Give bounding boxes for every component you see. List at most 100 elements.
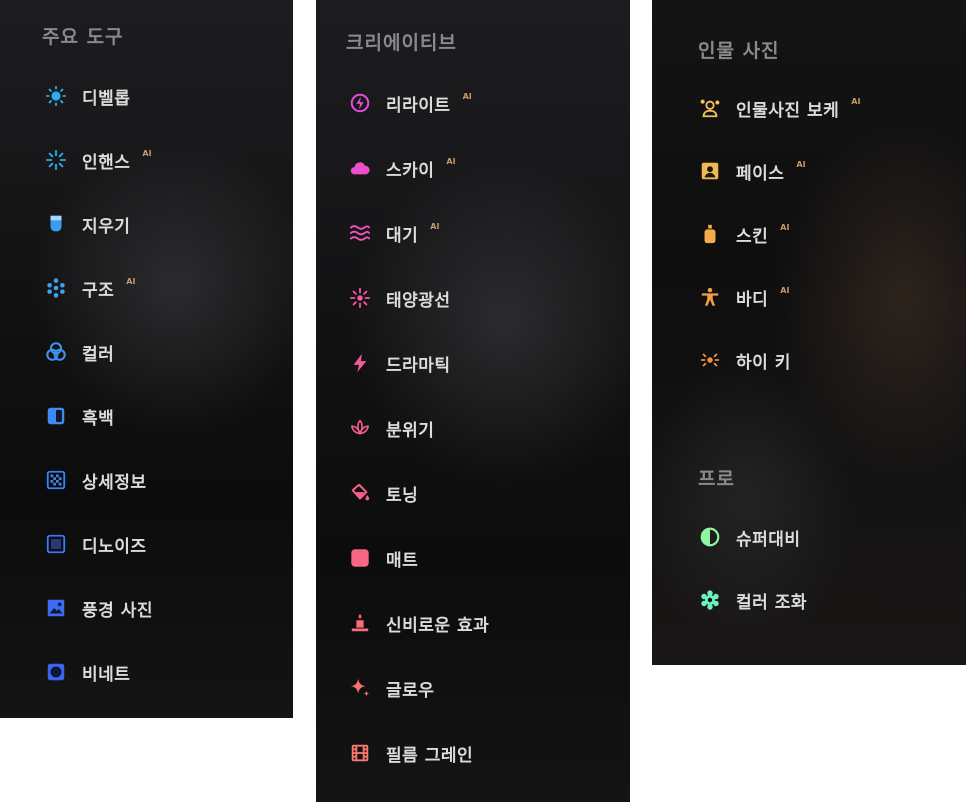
ai-badge: AI [430,222,440,231]
tool-enhance[interactable]: 인핸스 AI [44,145,152,175]
tool-vignette[interactable]: 비네트 [44,657,142,687]
tool-sky[interactable]: 스카이 AI [348,153,456,183]
tool-sunrays[interactable]: 태양광선 [348,283,463,313]
portrait-tools-heading: 인물 사진 [698,40,780,62]
lightning-icon [348,351,372,375]
tool-mood[interactable]: 분위기 [348,413,446,443]
body-figure-icon [698,285,722,309]
tool-label: 매트 [386,550,419,571]
tool-label: 드라마틱 [386,355,451,376]
tool-label: 인물사진 보케 [736,100,840,121]
high-key-icon [698,348,722,372]
tool-atmosphere[interactable]: 대기 AI [348,218,439,248]
half-square-icon [44,404,68,428]
checker-square-icon [44,468,68,492]
tool-label: 페이스 [736,163,785,184]
tool-details[interactable]: 상세정보 [44,465,159,495]
tool-label: 구조 [82,280,115,301]
tool-label: 글로우 [386,680,435,701]
ai-badge: AI [851,97,861,106]
landscape-image-icon [44,596,68,620]
ai-badge: AI [780,286,790,295]
creative-tools-heading: 크리에이티브 [346,32,457,54]
sparkle-burst-icon [44,148,68,172]
tool-label: 태양광선 [386,290,451,311]
tool-dramatic[interactable]: 드라마틱 [348,348,463,378]
tool-label: 흑백 [82,408,115,429]
main-tools-panel: 주요 도구 디벨롭 인핸스 AI 지우기 구조 AI 컬러 흑백 상세정보 디노… [0,0,293,718]
tool-label: 리라이트 [386,95,451,116]
tool-structure[interactable]: 구조 AI [44,273,135,303]
ai-badge: AI [126,277,136,286]
tool-landscape[interactable]: 풍경 사진 [44,593,165,623]
face-portrait-icon [698,159,722,183]
creative-tools-panel: 크리에이티브 리라이트 AI 스카이 AI 대기 AI 태양광선 드라마틱 분위… [316,0,630,802]
skin-bottle-icon [698,222,722,246]
tool-face[interactable]: 페이스 AI [698,156,806,186]
ai-badge: AI [446,157,456,166]
tool-label: 인핸스 [82,152,131,173]
tool-super-contrast[interactable]: 슈퍼대비 [698,522,813,552]
tool-label: 신비로운 효과 [386,615,490,636]
sunrays-icon [348,286,372,310]
sparkle-star-icon [348,676,372,700]
tool-label: 지우기 [82,216,131,237]
noise-square-icon [44,532,68,556]
contrast-circle-icon [698,525,722,549]
tool-relight[interactable]: 리라이트 AI [348,88,472,118]
tool-color[interactable]: 컬러 [44,337,126,367]
person-blur-icon [698,96,722,120]
ai-badge: AI [780,223,790,232]
tool-label: 풍경 사진 [82,600,153,621]
tool-label: 디노이즈 [82,536,147,557]
tool-high-key[interactable]: 하이 키 [698,345,803,375]
tool-label: 하이 키 [736,352,791,373]
ai-badge: AI [142,149,152,158]
sun-icon [44,84,68,108]
tool-toning[interactable]: 토닝 [348,478,430,508]
tool-glow[interactable]: 글로우 [348,673,446,703]
tool-label: 컬러 조화 [736,592,807,613]
tool-skin[interactable]: 스킨 AI [698,219,789,249]
film-strip-icon [348,741,372,765]
lotus-icon [348,416,372,440]
tool-matte[interactable]: 매트 [348,543,430,573]
tool-develop[interactable]: 디벨롭 [44,81,142,111]
tool-label: 스킨 [736,226,769,247]
tool-portrait-bokeh[interactable]: 인물사진 보케 AI [698,93,860,123]
bolt-circle-icon [348,91,372,115]
color-circles-icon [44,340,68,364]
paint-bucket-icon [348,481,372,505]
ai-badge: AI [462,92,472,101]
waves-icon [348,221,372,245]
vignette-square-icon [44,660,68,684]
eraser-icon [44,212,68,236]
tool-label: 토닝 [386,485,419,506]
tool-film-grain[interactable]: 필름 그레인 [348,738,485,768]
tool-black-white[interactable]: 흑백 [44,401,126,431]
gear-flower-icon [698,588,722,612]
tool-denoise[interactable]: 디노이즈 [44,529,159,559]
tool-label: 스카이 [386,160,435,181]
main-tools-heading: 주요 도구 [42,26,124,48]
tool-label: 컬러 [82,344,115,365]
tool-label: 슈퍼대비 [736,529,801,550]
tool-body[interactable]: 바디 AI [698,282,789,312]
tool-label: 대기 [386,225,419,246]
tool-label: 디벨롭 [82,88,131,109]
tool-mystical[interactable]: 신비로운 효과 [348,608,501,638]
tool-label: 필름 그레인 [386,745,474,766]
pro-tools-heading: 프로 [698,468,735,490]
rounded-square-icon [348,546,372,570]
ai-badge: AI [796,160,806,169]
tool-label: 분위기 [386,420,435,441]
tool-label: 바디 [736,289,769,310]
dots-grid-icon [44,276,68,300]
cloud-icon [348,156,372,180]
tool-color-harmony[interactable]: 컬러 조화 [698,585,819,615]
tool-label: 비네트 [82,664,131,685]
candle-icon [348,611,372,635]
tool-label: 상세정보 [82,472,147,493]
tool-erase[interactable]: 지우기 [44,209,142,239]
portrait-tools-panel: 인물 사진 인물사진 보케 AI 페이스 AI 스킨 AI 바디 AI 하이 키 [652,0,966,665]
